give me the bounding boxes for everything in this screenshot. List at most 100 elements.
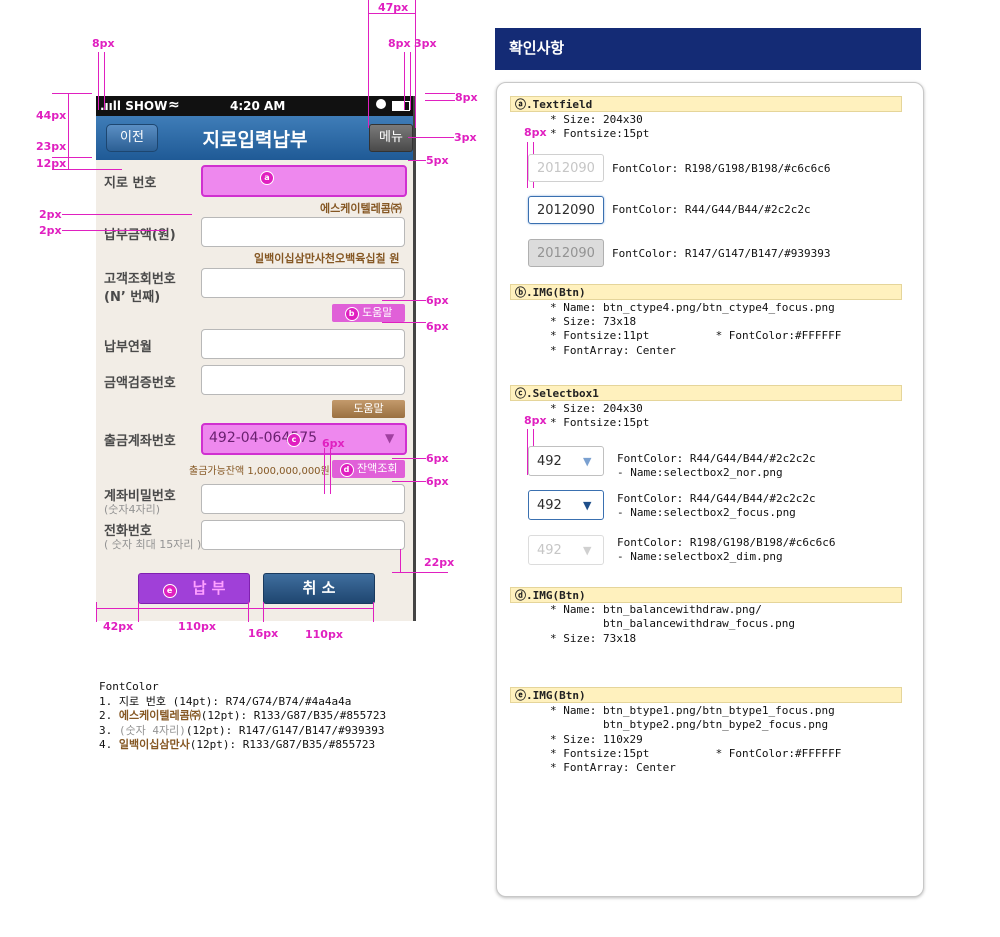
- dim-23: 23px: [36, 140, 67, 153]
- wifi-icon: ≈: [168, 97, 180, 113]
- dim-8-status: 8px: [92, 37, 115, 50]
- select-focus-value: 492: [537, 498, 562, 513]
- chevron-down-icon: ▼: [583, 455, 592, 468]
- dim-22: 22px: [424, 556, 455, 569]
- verify-field[interactable]: [201, 365, 405, 395]
- fontcolor-line-3: 3. (숫자 4자리)(12pt): R147/G147/B147/#93939…: [99, 724, 386, 739]
- fontcolor-title: FontColor: [99, 680, 159, 693]
- pay-month-field[interactable]: [201, 329, 405, 359]
- help-button[interactable]: 도움말: [332, 400, 405, 418]
- phone-field[interactable]: [201, 520, 405, 550]
- customer-id-field[interactable]: [201, 268, 405, 298]
- fontcolor-line-4: 4. 일백이십삼만사(12pt): R133/G87/B35/#855723: [99, 738, 386, 753]
- textfield-sample-dim-desc: FontColor: R198/G198/B198/#c6c6c6: [612, 162, 831, 175]
- giro-number-field[interactable]: a: [201, 165, 407, 197]
- label-verify: 금액검증번호: [104, 376, 176, 391]
- cancel-button[interactable]: 취 소: [263, 573, 375, 604]
- menu-button[interactable]: 메뉴: [369, 124, 413, 152]
- dim-6-a: 6px: [426, 294, 449, 307]
- fontcolor-line-2: 2. 에스케이텔레콤㈜(12pt): R133/G87/B35/#855723: [99, 709, 386, 724]
- section-d-line-2: btn_balancewithdraw_focus.png: [550, 617, 796, 630]
- section-a-line-1: * Size: 204x30: [550, 113, 643, 126]
- dim-42: 42px: [103, 620, 134, 633]
- select-focus-desc-2: - Name:selectbox2_focus.png: [617, 506, 796, 519]
- fontcolor-notes: FontColor 1. 지로 번호 (14pt): R74/G74/B74/#4…: [99, 680, 386, 753]
- dim-6-d: 6px: [426, 452, 449, 465]
- pay-button-label: 납 부: [192, 579, 226, 597]
- marker-c: c: [287, 433, 301, 447]
- section-e-line-1: * Name: btn_btype1.png/btn_btype1_focus.…: [550, 704, 835, 717]
- dim-6-b: 6px: [426, 320, 449, 333]
- section-e-line-4: * Fontsize:15pt * FontColor:#FFFFFF: [550, 747, 842, 760]
- fc4-prefix: 4.: [99, 738, 119, 751]
- nav-bar: 지로입력납부 이전 메뉴: [96, 116, 414, 160]
- textfield-sample-focus-desc: FontColor: R44/G44/B44/#2c2c2c: [612, 203, 811, 216]
- label-pay-month: 납부연월: [104, 340, 152, 355]
- section-e-line-3: * Size: 110x29: [550, 733, 643, 746]
- dim-8-select: 8px: [524, 414, 547, 427]
- textfield-sample-disabled-desc: FontColor: R147/G147/B147/#939393: [612, 247, 831, 260]
- dim-3-menu: 3px: [454, 131, 477, 144]
- chevron-down-icon: ▼: [583, 499, 592, 512]
- section-b-line-2: * Size: 73x18: [550, 315, 637, 328]
- section-c-line-2: * Fontsize:15pt: [550, 416, 650, 429]
- password-field[interactable]: [201, 484, 405, 514]
- label-account: 출금계좌번호: [104, 434, 176, 449]
- balance-button[interactable]: d 잔액조회: [332, 460, 405, 478]
- section-e-line-2: btn_btype2.png/btn_bype2_focus.png: [550, 718, 829, 731]
- label-amount: 납부금액(원): [104, 228, 176, 243]
- amount-korean-text: 일백이십삼만사천오백육십칠 원: [254, 252, 400, 265]
- dim-16: 16px: [248, 627, 279, 640]
- select-normal-desc-1: FontColor: R44/G44/B44/#2c2c2c: [617, 452, 816, 465]
- marker-b: b: [344, 307, 359, 321]
- section-d-line-3: * Size: 73x18: [550, 632, 637, 645]
- section-c-line-1: * Size: 204x30: [550, 402, 643, 415]
- section-a-title: ⓐ.Textfield: [510, 96, 902, 112]
- dim-110-b: 110px: [305, 628, 343, 641]
- dim-8-menu: 8px: [388, 37, 411, 50]
- balance-text: 출금가능잔액 1,000,000,000원: [189, 466, 330, 477]
- pay-button[interactable]: e납 부: [138, 573, 250, 604]
- label-customer-id: 고객조회번호: [104, 272, 176, 287]
- select-sample-dim: 492 ▼: [528, 535, 604, 565]
- panel-header: 확인사항: [495, 28, 921, 70]
- section-b-line-4: * FontArray: Center: [550, 344, 676, 357]
- battery-icon: [392, 101, 410, 111]
- dim-2-a: 2px: [39, 208, 62, 221]
- select-sample-focus: 492 ▼: [528, 490, 604, 520]
- label-customer-id-sub: (N’ 번째): [104, 290, 161, 305]
- back-button[interactable]: 이전: [106, 124, 158, 152]
- chevron-down-icon: ▼: [583, 544, 592, 557]
- label-giro-number: 지로 번호: [104, 176, 157, 191]
- account-select[interactable]: 492-04-064575 c ▼: [201, 423, 407, 455]
- label-phone-sub: ( 숫자 최대 15자리 ): [104, 538, 202, 551]
- select-dim-desc-2: - Name:selectbox2_dim.png: [617, 550, 783, 563]
- fontcolor-line-1: 1. 지로 번호 (14pt): R74/G74/B74/#4a4a4a: [99, 694, 352, 708]
- status-time: 4:20 AM: [230, 99, 286, 113]
- phone-edge: [413, 96, 416, 621]
- label-password-sub: (숫자4자리): [104, 503, 161, 516]
- textfield-sample-dim: 2012090: [528, 154, 604, 182]
- section-a-line-2: * Fontsize:15pt: [550, 127, 650, 140]
- carrier-label: .ııll SHOW: [100, 99, 168, 113]
- fc2-rest: (12pt): R133/G87/B35/#855723: [200, 709, 387, 722]
- textfield-sample-disabled: 2012090: [528, 239, 604, 267]
- help-button-pink[interactable]: b 도움말: [332, 304, 405, 322]
- dim-6-c: 6px: [322, 437, 345, 450]
- section-b-title: ⓑ.IMG(Btn): [510, 284, 902, 300]
- fc2-prefix: 2.: [99, 709, 119, 722]
- chevron-down-icon: ▼: [385, 431, 395, 445]
- fc3-prefix: 3.: [99, 723, 119, 737]
- dim-6-e: 6px: [426, 475, 449, 488]
- section-d-line-1: * Name: btn_balancewithdraw.png/: [550, 603, 762, 616]
- fc3-rest: (12pt): R147/G147/B147/#939393: [185, 723, 385, 737]
- textfield-sample-focus: 2012090: [528, 196, 604, 224]
- fc3-name: (숫자 4자리): [118, 723, 186, 737]
- dim-8-textfield: 8px: [524, 126, 547, 139]
- select-sample-normal: 492 ▼: [528, 446, 604, 476]
- section-e-line-5: * FontArray: Center: [550, 761, 676, 774]
- section-d-title: ⓓ.IMG(Btn): [510, 587, 902, 603]
- amount-field[interactable]: [201, 217, 405, 247]
- status-bar: .ııll SHOW ≈ 4:20 AM: [96, 96, 414, 116]
- clock-icon: [376, 99, 386, 109]
